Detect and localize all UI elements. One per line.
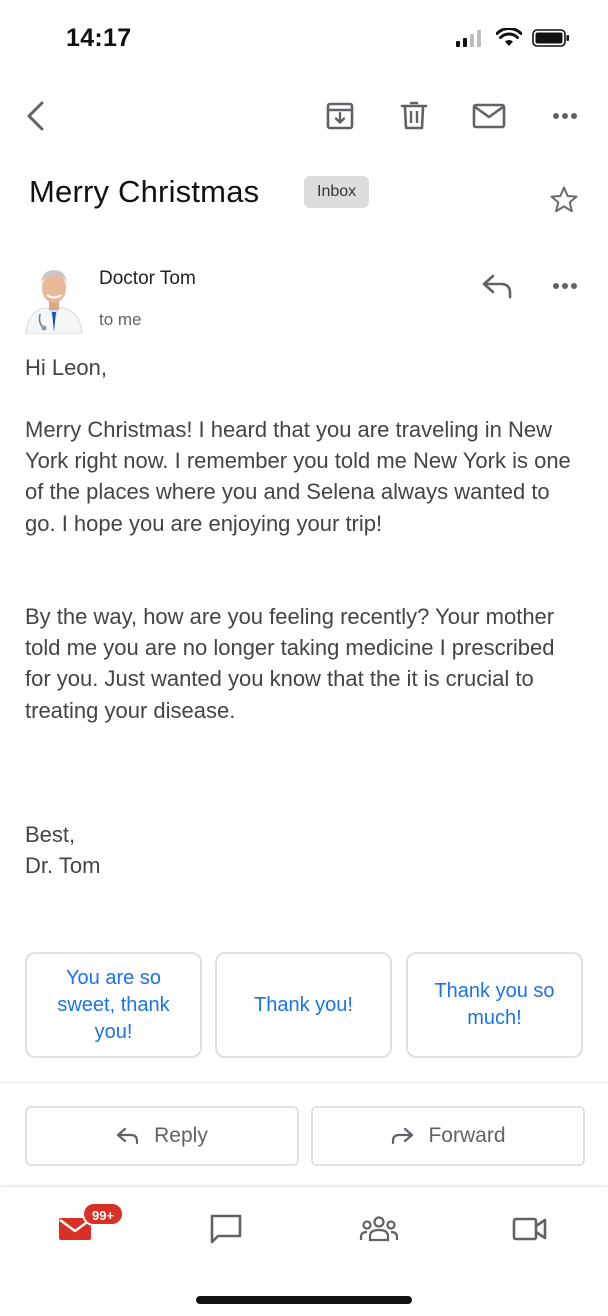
- smart-reply-chip[interactable]: Thank you!: [215, 952, 392, 1058]
- sender-avatar[interactable]: [22, 260, 86, 334]
- nav-spaces[interactable]: [344, 1205, 414, 1253]
- star-button[interactable]: [544, 180, 584, 220]
- email-greeting: Hi Leon,: [25, 355, 107, 380]
- trash-icon: [400, 101, 428, 130]
- mark-unread-button[interactable]: [465, 90, 513, 142]
- forward-button-label: Forward: [428, 1124, 506, 1147]
- nav-chat[interactable]: [191, 1205, 261, 1253]
- more-options-button[interactable]: [541, 90, 589, 142]
- smart-reply-row: You are so sweet, thank you! Thank you! …: [25, 952, 585, 1058]
- reply-forward-row: Reply Forward: [25, 1106, 585, 1166]
- message-more-button[interactable]: [544, 266, 586, 306]
- archive-icon: [326, 102, 354, 130]
- email-paragraph: Merry Christmas! I heard that you are tr…: [25, 417, 571, 536]
- battery-icon: [532, 29, 569, 47]
- email-signoff: Best,: [25, 822, 76, 847]
- spaces-icon: [359, 1216, 399, 1242]
- smart-reply-chip[interactable]: You are so sweet, thank you!: [25, 952, 202, 1058]
- status-time: 14:17: [66, 24, 132, 52]
- wifi-icon: [496, 28, 522, 46]
- bottom-nav: [0, 1186, 608, 1272]
- email-subject: Merry Christmas: [29, 174, 260, 209]
- back-button[interactable]: [12, 90, 60, 142]
- status-bar: 14:17: [0, 0, 608, 80]
- nav-meet[interactable]: [495, 1205, 565, 1253]
- inbox-label-badge[interactable]: Inbox: [304, 176, 370, 208]
- subject-row: Merry Christmas Inbox: [0, 164, 608, 224]
- archive-button[interactable]: [316, 90, 364, 142]
- back-arrow-icon: [27, 101, 44, 131]
- meet-icon: [512, 1217, 547, 1241]
- smart-reply-chip[interactable]: Thank you so much!: [406, 952, 583, 1058]
- delete-button[interactable]: [390, 90, 438, 142]
- forward-icon: [392, 1127, 414, 1145]
- sender-name[interactable]: Doctor Tom: [99, 268, 196, 290]
- recipient-details[interactable]: to me: [99, 310, 142, 330]
- quick-reply-button[interactable]: [476, 266, 518, 306]
- reply-button[interactable]: Reply: [25, 1106, 299, 1166]
- star-icon: [550, 186, 578, 213]
- status-icons: [456, 28, 570, 48]
- reply-icon: [117, 1127, 139, 1145]
- email-signature: Dr. Tom: [25, 853, 101, 878]
- chat-icon: [210, 1214, 242, 1244]
- signal-icon: [456, 30, 481, 47]
- divider: [0, 1082, 608, 1083]
- more-icon: [553, 113, 577, 119]
- doctor-avatar-image: [22, 260, 86, 334]
- top-toolbar: [0, 90, 608, 146]
- more-icon: [553, 283, 577, 289]
- home-indicator[interactable]: [196, 1296, 412, 1304]
- forward-button[interactable]: Forward: [311, 1106, 585, 1166]
- unread-count-badge: 99+: [82, 1202, 125, 1226]
- mark-unread-icon: [472, 103, 506, 129]
- reply-icon: [482, 274, 512, 299]
- reply-button-label: Reply: [154, 1124, 208, 1147]
- email-paragraph: By the way, how are you feeling recently…: [25, 604, 555, 723]
- sender-row: Doctor Tom to me: [0, 252, 608, 342]
